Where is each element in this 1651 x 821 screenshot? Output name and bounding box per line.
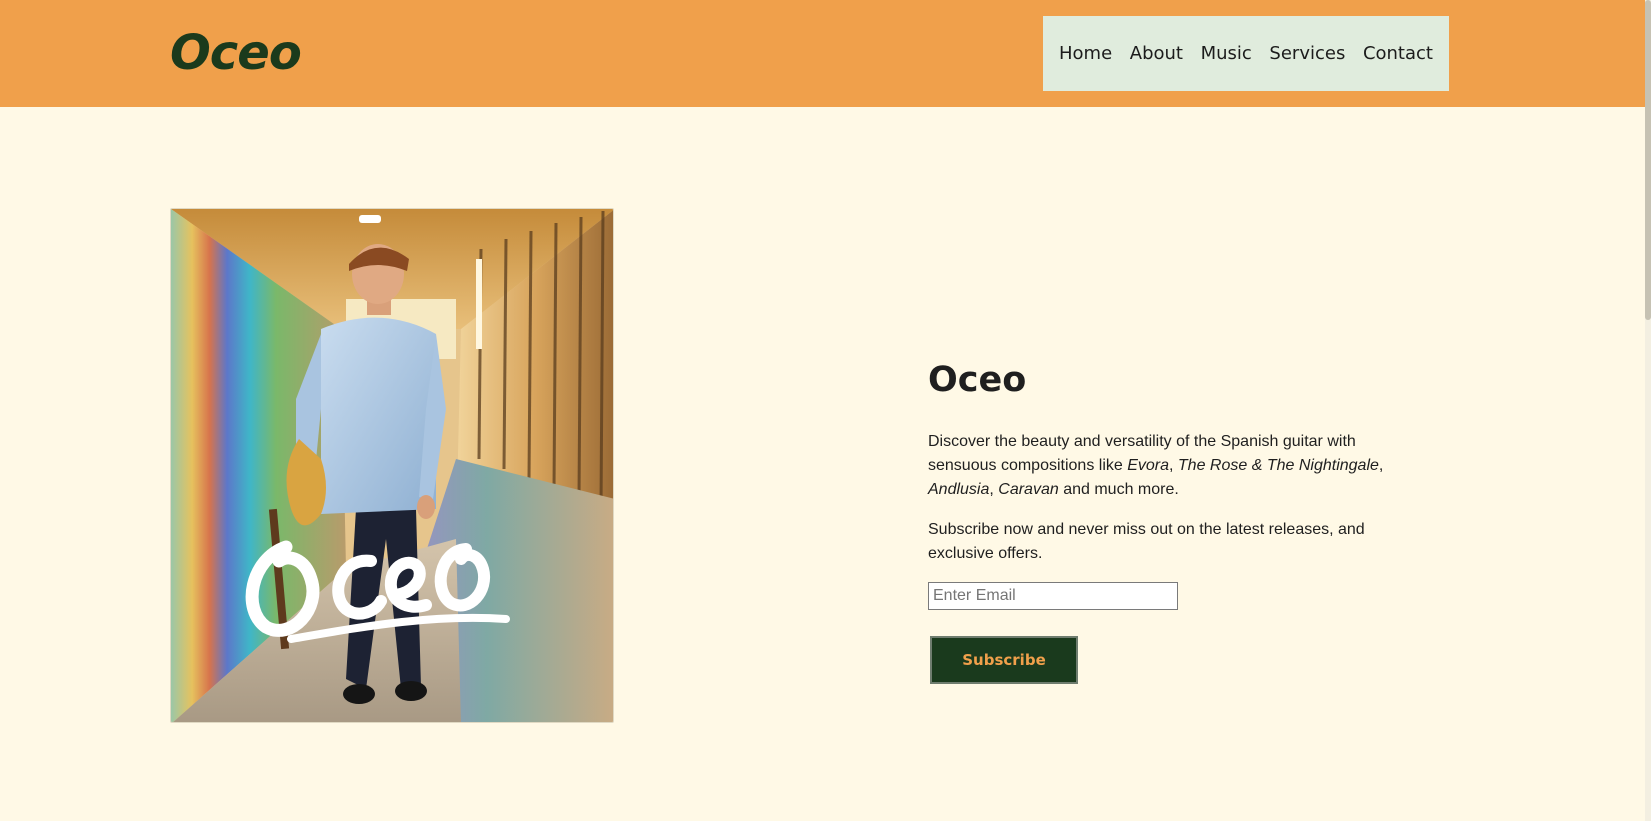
description-separator: ,	[1378, 457, 1384, 474]
artist-title: Oceo	[928, 360, 1027, 400]
nav-about-link[interactable]: About	[1130, 43, 1183, 64]
song-evora: Evora	[1127, 457, 1170, 474]
nav-music-link[interactable]: Music	[1201, 43, 1252, 64]
song-caravan: Caravan	[998, 481, 1059, 498]
intro-section: Oceo Discover the beauty and versatility…	[928, 360, 1428, 684]
song-andlusia: Andlusia	[928, 481, 990, 498]
description-outro: and much more.	[1058, 481, 1179, 498]
main-nav: Home About Music Services Contact	[1043, 16, 1449, 91]
scrollbar-thumb[interactable]	[1645, 0, 1651, 320]
artist-description: Discover the beauty and versatility of t…	[928, 430, 1428, 502]
nav-contact-link[interactable]: Contact	[1363, 43, 1433, 64]
site-logo[interactable]: Oceo	[170, 25, 302, 81]
nav-home-link[interactable]: Home	[1059, 43, 1112, 64]
page: Oceo Home About Music Services Contact O…	[0, 0, 1651, 821]
description-separator: ,	[989, 481, 999, 498]
site-header: Oceo Home About Music Services Contact	[0, 0, 1651, 107]
nav-services-link[interactable]: Services	[1269, 43, 1345, 64]
artist-photo-illustration	[171, 209, 613, 722]
page-scrollbar[interactable]	[1645, 0, 1651, 821]
hero-artist-photo	[170, 208, 614, 723]
email-input[interactable]	[928, 582, 1178, 610]
description-separator: ,	[1169, 457, 1178, 474]
song-rose-nightingale: The Rose & The Nightingale	[1177, 457, 1379, 474]
subscribe-text: Subscribe now and never miss out on the …	[928, 521, 1365, 562]
subscribe-button[interactable]: Subscribe	[930, 636, 1078, 684]
